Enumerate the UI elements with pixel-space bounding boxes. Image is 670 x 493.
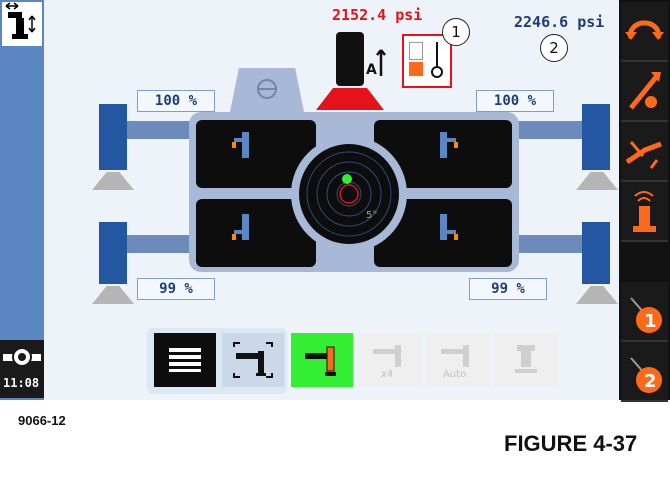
jack-rear-left	[99, 222, 127, 284]
outrigger-rear-left-percent: 99 %	[137, 278, 215, 300]
warning-2-icon: 2	[630, 357, 662, 393]
beam-front-left	[124, 121, 199, 139]
outrigger-mode-icon	[5, 2, 36, 39]
mode-selector-button[interactable]	[402, 34, 452, 88]
mode-selector-icon	[431, 42, 443, 78]
beam-rear-right	[510, 235, 587, 253]
warning-1-icon: 1	[630, 297, 662, 333]
outrigger-fl-icon	[232, 132, 249, 158]
pressure-left: 2152.4 psi	[332, 6, 423, 24]
bubble-level	[299, 144, 399, 244]
callout-1: 1	[442, 18, 470, 46]
outrigger-mode-button[interactable]	[2, 2, 42, 46]
jack-front-right	[582, 104, 610, 170]
clock-panel: 11:08	[0, 340, 44, 398]
telescope-button[interactable]	[621, 62, 668, 122]
horn-button[interactable]	[621, 182, 668, 242]
figure-code: 9066-12	[18, 413, 66, 428]
menu-icon	[169, 348, 201, 372]
level-angle: 5°	[366, 210, 378, 221]
boom-lift-icon	[625, 141, 662, 169]
horn-icon	[633, 191, 656, 232]
outrigger-rl-icon	[232, 214, 249, 240]
svg-text:1: 1	[644, 311, 657, 332]
callout-2: 2	[540, 34, 568, 62]
outrigger-set-icon	[305, 346, 336, 376]
outrigger-rear-right-percent: 99 %	[469, 278, 547, 300]
retract-icon	[515, 345, 537, 373]
pad-front-left	[92, 172, 134, 190]
level-bubble	[342, 174, 352, 184]
crane-display: 11:08 A 2152.4 psi 2246.6 psi 5° 100 % 1…	[0, 0, 670, 402]
warning-2-button[interactable]: 2	[621, 342, 668, 402]
pad-rear-right	[576, 286, 618, 304]
outrigger-front-left-percent: 100 %	[137, 90, 215, 112]
all-outriggers-button[interactable]: x4	[359, 333, 421, 387]
beam-rear-left	[124, 235, 199, 253]
outrigger-set-button[interactable]	[291, 333, 353, 387]
pad-rear-left	[92, 286, 134, 304]
load-indicator	[316, 88, 384, 110]
pad-front-right	[576, 172, 618, 190]
beam-front-right	[510, 121, 587, 139]
retract-button[interactable]	[495, 333, 557, 387]
outrigger-rr-icon	[440, 214, 458, 240]
menu-button[interactable]	[154, 333, 216, 387]
lift-arrow-icon: A	[366, 49, 386, 78]
telescope-icon	[629, 72, 661, 110]
outrigger-select-button[interactable]	[222, 333, 284, 387]
left-sidebar: 11:08	[0, 0, 44, 400]
boom-lift-button[interactable]	[621, 122, 668, 182]
warning-1-button[interactable]: 1	[621, 282, 668, 342]
pressure-right: 2246.6 psi	[514, 13, 605, 31]
clock-time: 11:08	[3, 376, 40, 390]
jack-front-left	[99, 104, 127, 170]
svg-text:A: A	[366, 62, 377, 78]
jack-rear-right	[582, 222, 610, 284]
figure-title: FIGURE 4-37	[504, 431, 638, 456]
auto-level-button[interactable]: Auto	[427, 333, 489, 387]
steering-wheel-icon	[257, 79, 277, 99]
mode-selector-outline	[409, 42, 423, 60]
outrigger-fr-icon	[440, 132, 458, 158]
all-outriggers-label: x4	[381, 369, 394, 380]
outrigger-select-icon	[233, 342, 273, 378]
vehicle-level-icon	[3, 347, 41, 367]
swing-button[interactable]	[621, 2, 668, 62]
main-panel: A 2152.4 psi 2246.6 psi 5° 100 % 100 % 9…	[44, 0, 619, 400]
outrigger-front-right-percent: 100 %	[476, 90, 554, 112]
svg-text:2: 2	[644, 371, 657, 392]
swing-icon	[625, 20, 664, 40]
mode-selector-orange	[409, 62, 423, 76]
boom-head	[336, 32, 364, 86]
auto-level-label: Auto	[443, 369, 467, 380]
